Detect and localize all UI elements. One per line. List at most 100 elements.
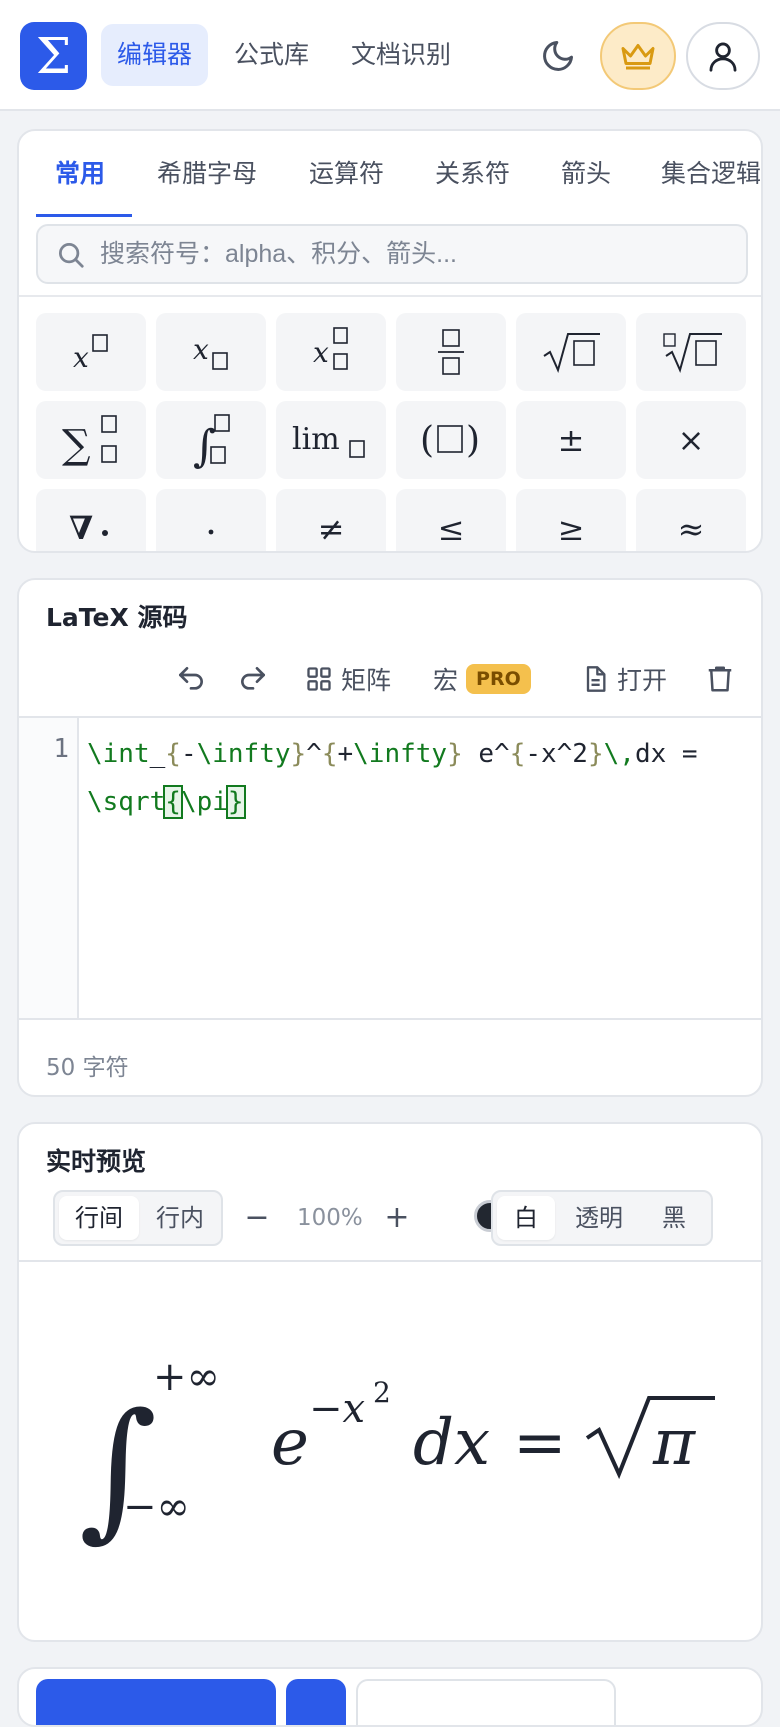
latex-editor[interactable]: 1 \int_{-\infty}^{+\infty} e^{-x^2}\,dx … (19, 716, 761, 1020)
symbol-cdot[interactable] (156, 489, 266, 551)
moon-icon (543, 41, 573, 71)
symbol-nth-root[interactable] (636, 313, 746, 391)
integral-symbol-icon: ∫ (193, 414, 230, 471)
sqrt-symbol-icon (543, 333, 600, 373)
symbol-sqrt[interactable] (516, 313, 626, 391)
undo-button[interactable] (175, 656, 207, 702)
svg-text:≠: ≠ (318, 510, 345, 548)
premium-button[interactable] (600, 22, 676, 90)
primary-action-dropdown[interactable] (286, 1679, 346, 1725)
symbol-approx[interactable]: ≈ (636, 489, 746, 551)
tab-arrows[interactable]: 箭头 (561, 151, 611, 197)
sum-symbol-icon: ∑ (62, 415, 117, 468)
upper-limit: +∞ (153, 1354, 220, 1400)
symbol-times[interactable]: × (636, 401, 746, 479)
symbol-category-tabs: 常用 希腊字母 运算符 关系符 箭头 集合逻辑 (19, 131, 761, 219)
search-icon (59, 243, 84, 268)
top-nav: Σ 编辑器 公式库 文档识别 (0, 0, 780, 111)
symbol-sum[interactable]: ∑ (36, 401, 146, 479)
times-symbol-icon: × (678, 421, 705, 459)
tab-common[interactable]: 常用 (55, 151, 105, 197)
symbol-subscript[interactable]: x (156, 313, 266, 391)
symbol-parentheses[interactable]: ( ) (396, 401, 506, 479)
pro-badge: PRO (466, 664, 531, 694)
svg-text:): ) (466, 420, 480, 461)
symbol-search (36, 224, 748, 284)
svg-text:≤: ≤ (438, 510, 465, 548)
mode-inline[interactable]: 行内 (141, 1196, 219, 1240)
bg-white[interactable]: 白 (497, 1196, 555, 1240)
bg-black[interactable]: 黑 (641, 1196, 707, 1240)
redo-button[interactable] (237, 656, 269, 702)
latex-code[interactable]: \int_{-\infty}^{+\infty} e^{-x^2}\,dx = … (87, 730, 757, 826)
char-count: 50 字符 (46, 1055, 129, 1081)
parentheses-symbol-icon: ( ) (420, 420, 480, 461)
differential: dx (413, 1406, 490, 1480)
redo-icon (241, 667, 265, 690)
geq-symbol-icon: ≥ (558, 510, 585, 548)
fraction-symbol-icon (438, 329, 464, 375)
symbol-palette-card: 常用 希腊字母 运算符 关系符 箭头 集合逻辑 x x (17, 129, 763, 553)
leq-symbol-icon: ≤ (438, 510, 465, 548)
theme-toggle-button[interactable] (534, 32, 582, 80)
rendered-formula: ∫ +∞ −∞ e −x 2 dx = π (79, 1354, 715, 1556)
nav-tab-editor[interactable]: 编辑器 (101, 24, 209, 86)
svg-text:∇: ∇ (69, 509, 93, 547)
symbol-geq[interactable]: ≥ (516, 489, 626, 551)
svg-text:≥: ≥ (558, 510, 585, 548)
tab-operators[interactable]: 运算符 (309, 151, 384, 197)
zoom-out-button[interactable]: − (239, 1196, 275, 1240)
symbol-leq[interactable]: ≤ (396, 489, 506, 551)
app-logo[interactable]: Σ (20, 22, 87, 90)
symbol-fraction[interactable] (396, 313, 506, 391)
secondary-action-button[interactable] (356, 1679, 616, 1725)
open-file-button[interactable]: 打开 (581, 656, 667, 702)
not-equal-symbol-icon: ≠ (318, 510, 345, 548)
limit-symbol-icon: lim (292, 422, 365, 458)
svg-text:×: × (678, 421, 705, 459)
symbol-integral[interactable]: ∫ (156, 401, 266, 479)
symbol-sub-superscript[interactable]: x (276, 313, 386, 391)
symbol-limit[interactable]: lim (276, 401, 386, 479)
account-button[interactable] (686, 22, 760, 90)
tab-sets-logic[interactable]: 集合逻辑 (661, 151, 761, 197)
symbol-plus-minus[interactable]: ± (516, 401, 626, 479)
pi: π (652, 1406, 696, 1480)
formula-preview: ∫ +∞ −∞ e −x 2 dx = π (19, 1260, 761, 1640)
open-label: 打开 (617, 666, 668, 695)
macro-button[interactable]: 宏 PRO (433, 656, 531, 702)
nav-tab-document-ocr[interactable]: 文档识别 (335, 24, 467, 86)
divider (19, 295, 761, 297)
zoom-in-button[interactable]: + (379, 1196, 415, 1240)
approx-symbol-icon: ≈ (678, 510, 705, 548)
svg-text:x: x (313, 336, 329, 369)
macro-label: 宏 (433, 666, 459, 695)
sub-superscript-symbol-icon: x (313, 327, 348, 370)
tab-relations[interactable]: 关系符 (435, 151, 510, 197)
exponent-square: 2 (373, 1376, 391, 1409)
active-tab-indicator (36, 214, 132, 217)
line-number: 1 (53, 734, 69, 764)
display-mode-toggle: 行间 行内 (53, 1190, 223, 1246)
nav-tab-formula-library[interactable]: 公式库 (218, 24, 325, 86)
crown-icon (621, 44, 655, 70)
clear-button[interactable] (705, 656, 735, 702)
superscript-symbol-icon: x (73, 334, 108, 374)
trash-icon (708, 666, 732, 692)
symbol-divergence[interactable]: ∇ (36, 489, 146, 551)
subscript-symbol-icon: x (193, 333, 228, 370)
actions-card (17, 1667, 763, 1727)
undo-icon (179, 667, 203, 690)
matrix-button[interactable]: 矩阵 (305, 656, 391, 702)
cdot-symbol-icon (208, 529, 214, 535)
symbol-search-input[interactable] (100, 226, 730, 282)
bg-transparent[interactable]: 透明 (559, 1196, 639, 1240)
symbol-not-equal[interactable]: ≠ (276, 489, 386, 551)
primary-action-button[interactable] (36, 1679, 276, 1725)
symbol-superscript[interactable]: x (36, 313, 146, 391)
tab-greek[interactable]: 希腊字母 (157, 151, 257, 197)
exponent: −x (309, 1386, 365, 1432)
matrix-label: 矩阵 (341, 666, 392, 695)
mode-block[interactable]: 行间 (59, 1196, 139, 1240)
divergence-symbol-icon: ∇ (69, 509, 108, 547)
